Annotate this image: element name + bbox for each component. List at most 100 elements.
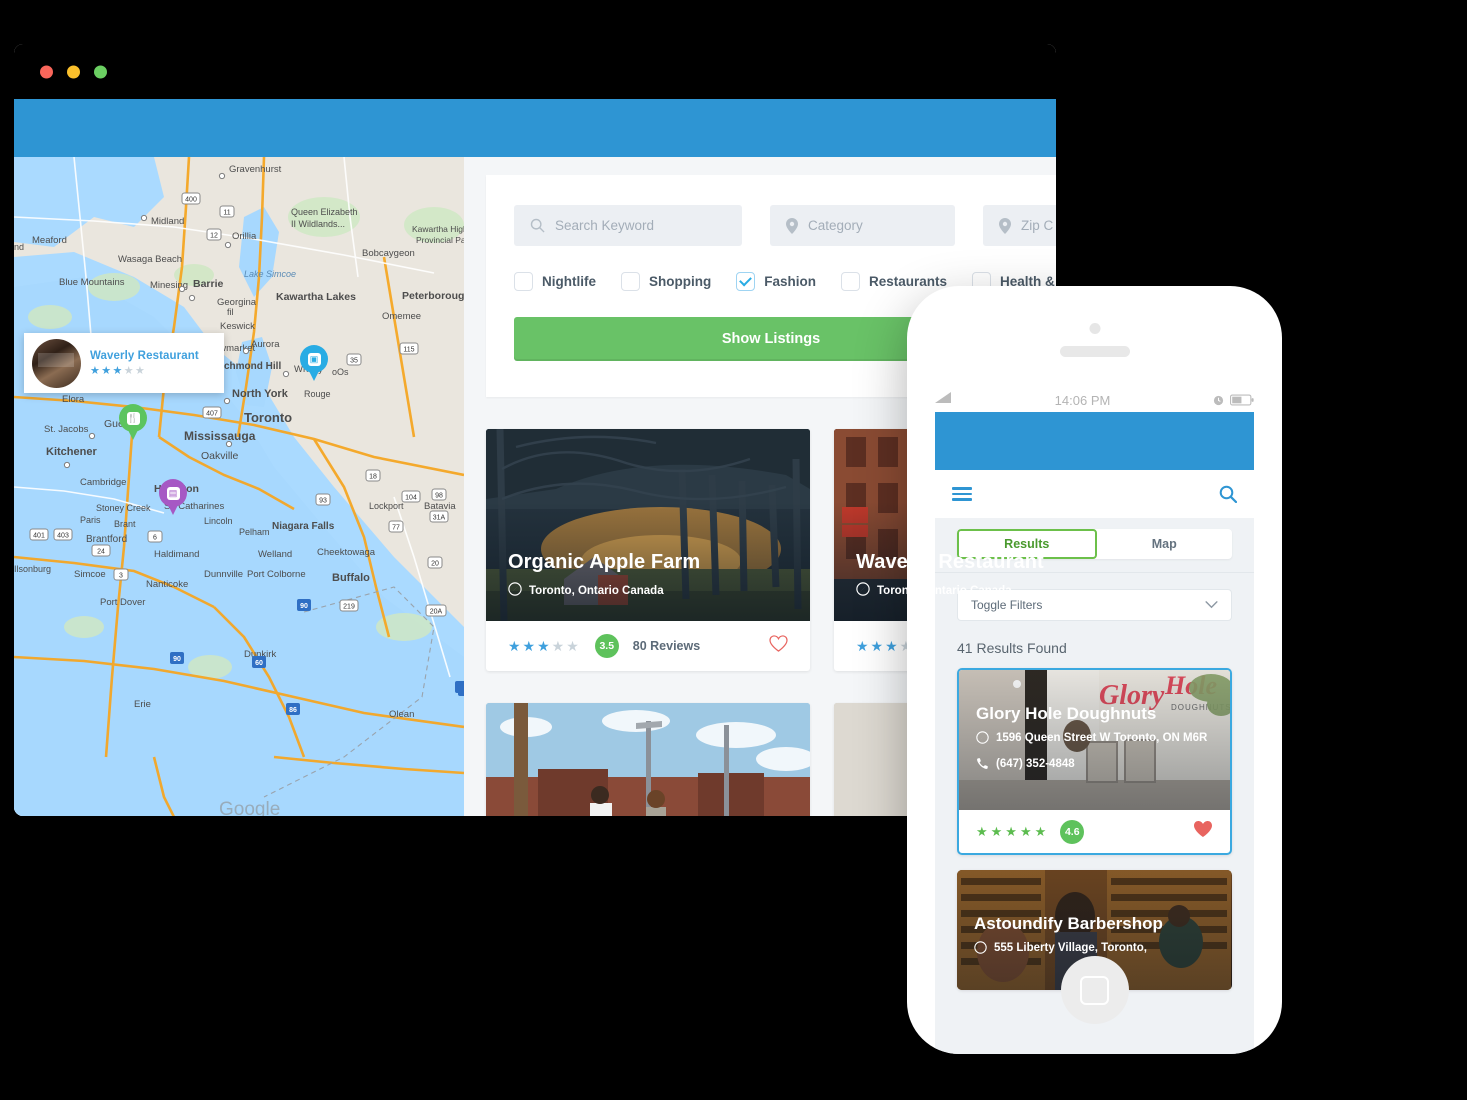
- map-pin-shop[interactable]: ▣: [300, 345, 328, 383]
- search-keyword-placeholder: Search Keyword: [555, 218, 655, 233]
- svg-text:Simcoe: Simcoe: [74, 569, 106, 580]
- results-count-label: 41 Results Found: [957, 640, 1067, 656]
- svg-text:Midland: Midland: [151, 216, 184, 227]
- checkbox-box-checked[interactable]: [736, 272, 756, 291]
- mobile-listing-list: Glory Hole DOUGHNUTS: [957, 668, 1232, 990]
- svg-text:Ilsonburg: Ilsonburg: [14, 564, 51, 574]
- listing-address-text: Toronto, Ontario Canada: [877, 584, 1012, 597]
- svg-text:Google: Google: [219, 799, 280, 816]
- map-info-card-title[interactable]: Waverly Restaurant: [90, 350, 199, 362]
- map-panel[interactable]: Gravenhurst Queen Elizabeth II Wildlands…: [14, 157, 464, 816]
- svg-text:104: 104: [405, 495, 417, 502]
- maximize-window-icon[interactable]: [94, 65, 107, 78]
- cafe-pin-icon: ▤: [166, 486, 180, 500]
- listing-card[interactable]: [486, 703, 810, 816]
- minimize-window-icon[interactable]: [67, 65, 80, 78]
- phone-camera-icon: [1089, 323, 1100, 334]
- search-icon[interactable]: [1219, 485, 1237, 503]
- listing-score-badge: 3.5: [594, 634, 619, 658]
- search-icon: [530, 218, 545, 233]
- svg-text:Brantford: Brantford: [86, 534, 127, 545]
- favorite-heart-filled-icon[interactable]: [1193, 820, 1213, 843]
- favorite-heart-icon[interactable]: [769, 635, 788, 657]
- mobile-listing-phone-text[interactable]: (647) 352-4848: [996, 757, 1075, 773]
- svg-text:Lake Simcoe: Lake Simcoe: [244, 269, 296, 279]
- phone-speaker-icon: [1059, 346, 1130, 357]
- svg-text:403: 403: [57, 533, 69, 540]
- listing-card[interactable]: Organic Apple Farm Toronto, Ontario Cana…: [486, 429, 810, 671]
- svg-text:Olean: Olean: [389, 709, 414, 720]
- search-category-placeholder: Category: [808, 218, 863, 233]
- map-info-card-rating: ★★★★★: [90, 364, 147, 377]
- checkbox-box[interactable]: [621, 272, 640, 291]
- svg-text:Cheektowaga: Cheektowaga: [317, 547, 376, 558]
- svg-text:Gravenhurst: Gravenhurst: [229, 164, 282, 175]
- close-window-icon[interactable]: [40, 65, 53, 78]
- svg-text:Batavia: Batavia: [424, 501, 456, 512]
- toggle-filters-label: Toggle Filters: [971, 598, 1043, 612]
- compass-icon: [508, 582, 522, 599]
- svg-text:20: 20: [431, 561, 439, 568]
- svg-text:North York: North York: [232, 388, 289, 400]
- svg-text:Blue Mountains: Blue Mountains: [59, 277, 125, 288]
- svg-text:77: 77: [392, 525, 400, 532]
- svg-text:98: 98: [435, 493, 443, 500]
- svg-text:fil: fil: [227, 307, 234, 317]
- checkbox-nightlife[interactable]: Nightlife: [514, 272, 596, 291]
- map-info-card[interactable]: Waverly Restaurant ★★★★★: [24, 333, 224, 393]
- mobile-listing-photo: Glory Hole DOUGHNUTS: [959, 670, 1230, 810]
- map-info-card-thumbnail: [32, 338, 81, 388]
- battery-icon: [1230, 394, 1254, 406]
- mobile-listing-address: 1596 Queen Street W Toronto, ON M6R: [976, 731, 1216, 750]
- svg-text:Haldimand: Haldimand: [154, 549, 199, 560]
- mobile-nav-bar: [935, 470, 1254, 518]
- svg-text:Lincoln: Lincoln: [204, 516, 233, 526]
- mobile-listing-card[interactable]: Glory Hole DOUGHNUTS: [957, 668, 1232, 855]
- checkbox-restaurants[interactable]: Restaurants: [841, 272, 947, 291]
- svg-text:31A: 31A: [433, 515, 446, 522]
- checkbox-box[interactable]: [841, 272, 860, 291]
- map-pin-restaurant[interactable]: 🍴: [119, 404, 147, 442]
- svg-text:Rouge: Rouge: [304, 389, 331, 399]
- mobile-listing-meta-row: ★★★★★ 4.6: [959, 810, 1230, 853]
- svg-text:oOs: oOs: [332, 367, 349, 377]
- svg-text:18: 18: [369, 474, 377, 481]
- search-zip-field[interactable]: Zip C: [983, 205, 1056, 246]
- desktop-browser-window: Gravenhurst Queen Elizabeth II Wildlands…: [14, 44, 1056, 816]
- svg-text:Paris: Paris: [80, 515, 101, 525]
- svg-text:Wasaga Beach: Wasaga Beach: [118, 254, 182, 265]
- svg-text:Omemee: Omemee: [382, 311, 421, 322]
- compass-icon: [976, 731, 989, 750]
- svg-text:Erie: Erie: [134, 699, 151, 710]
- hamburger-menu-icon[interactable]: [952, 487, 972, 501]
- search-fields-row: Search Keyword Category Zip C: [514, 205, 1056, 246]
- svg-text:Brant: Brant: [114, 519, 136, 529]
- location-pin-icon: [999, 217, 1011, 234]
- tab-map[interactable]: Map: [1097, 529, 1233, 559]
- listing-title[interactable]: Organic Apple Farm: [508, 551, 794, 574]
- compass-icon: [856, 582, 870, 599]
- mobile-listing-title[interactable]: Astoundify Barbershop: [974, 914, 1218, 934]
- listing-title[interactable]: Waverly Restaurant: [856, 551, 1056, 574]
- svg-text:6: 6: [153, 535, 157, 542]
- svg-text:400: 400: [185, 197, 197, 204]
- svg-text:Port Colborne: Port Colborne: [247, 569, 306, 580]
- phone-screen: Results Map Toggle Filters 41 Results Fo…: [935, 412, 1254, 1054]
- checkbox-fashion[interactable]: Fashion: [736, 272, 816, 291]
- checkbox-shopping[interactable]: Shopping: [621, 272, 711, 291]
- map-pin-cafe[interactable]: ▤: [159, 479, 187, 517]
- search-keyword-field[interactable]: Search Keyword: [514, 205, 742, 246]
- checkbox-box[interactable]: [514, 272, 533, 291]
- svg-text:115: 115: [403, 347, 414, 354]
- svg-text:Port Dover: Port Dover: [100, 597, 145, 608]
- svg-text:Niagara Falls: Niagara Falls: [272, 521, 335, 532]
- checkbox-label: Restaurants: [869, 274, 948, 289]
- checkbox-label: Shopping: [649, 274, 712, 289]
- mobile-results-panel: Toggle Filters 41 Results Found Glory Ho…: [935, 573, 1254, 990]
- listing-reviews-count: 80 Reviews: [632, 639, 701, 653]
- svg-text:Queen Elizabeth: Queen Elizabeth: [291, 207, 358, 217]
- search-category-field[interactable]: Category: [770, 205, 955, 246]
- svg-text:Meaford: Meaford: [32, 235, 67, 246]
- phone-home-button[interactable]: [1060, 956, 1129, 1024]
- mobile-listing-title[interactable]: Glory Hole Doughnuts: [976, 704, 1216, 724]
